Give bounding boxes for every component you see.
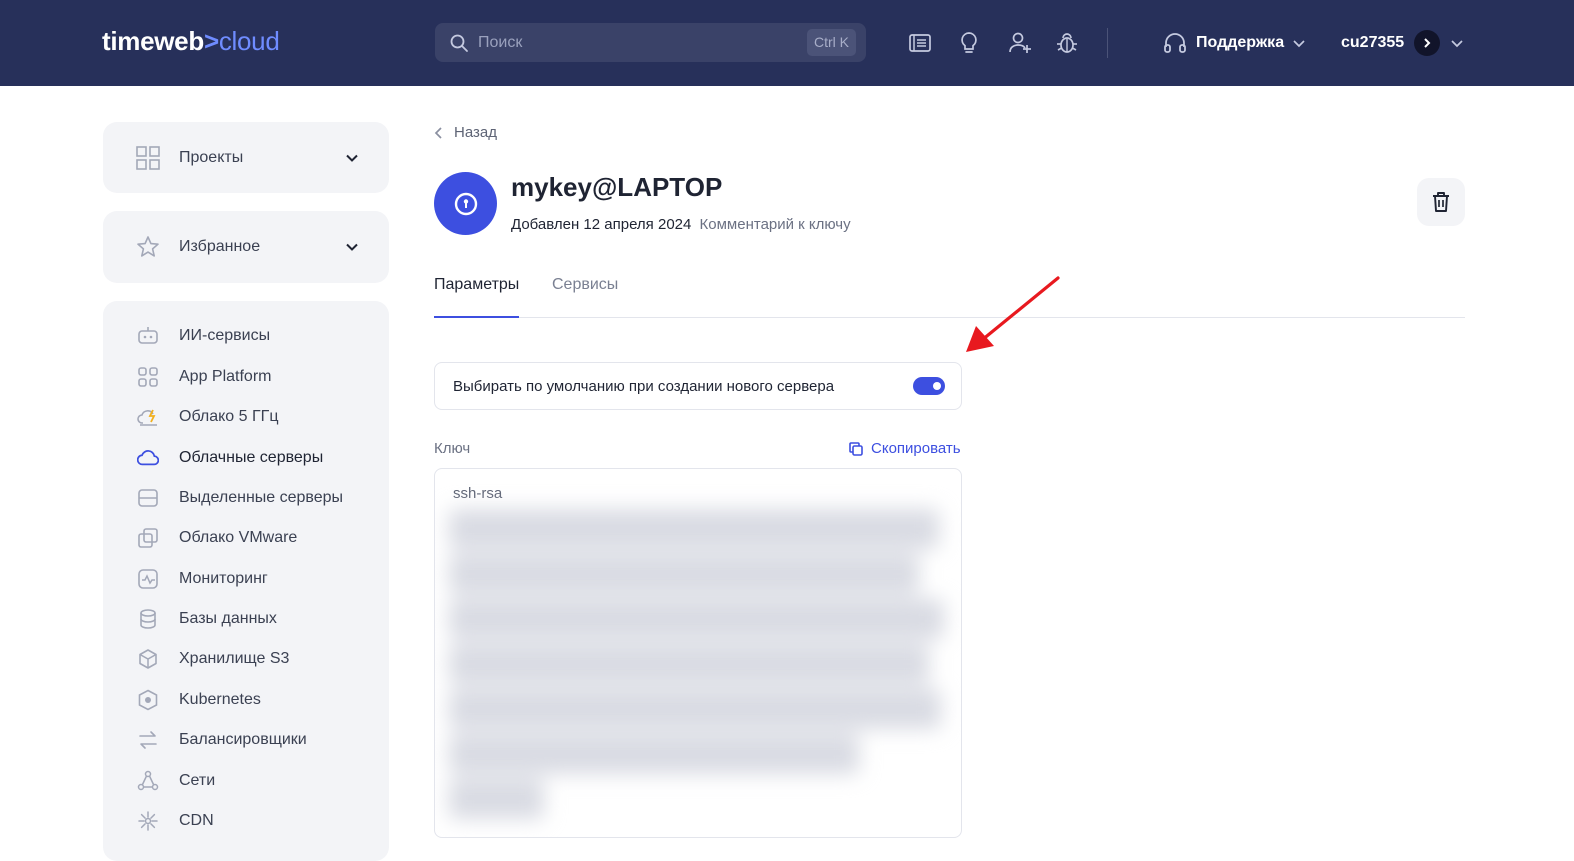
bug-icon[interactable] (1054, 30, 1080, 56)
sidebar-item-cdn[interactable]: CDN (137, 809, 214, 833)
tab-bar: Параметры Сервисы (434, 274, 1465, 318)
sidebar-item-dedicated-servers[interactable]: Выделенные серверы (137, 486, 343, 510)
chevron-left-icon (434, 126, 442, 139)
favorites-panel: Избранное (103, 211, 389, 283)
support-label: Поддержка (1196, 34, 1285, 51)
database-icon (137, 608, 159, 630)
docs-icon[interactable] (907, 30, 933, 56)
projects-grid-icon (136, 146, 160, 170)
sidebar-item-label: Облако 5 ГГц (179, 408, 279, 425)
sidebar-item-monitoring[interactable]: Мониторинг (137, 567, 268, 591)
key-field-label: Ключ (434, 440, 471, 457)
chevron-down-icon (1293, 40, 1305, 48)
default-key-setting: Выбирать по умолчанию при создании новог… (434, 362, 962, 410)
delete-button[interactable] (1417, 178, 1465, 226)
copy-icon (849, 441, 863, 456)
sidebar-item-label: Балансировщики (179, 731, 307, 748)
added-date: Добавлен 12 апреля 2024 (511, 216, 692, 233)
copy-button[interactable]: Скопировать (848, 440, 961, 457)
ssh-key-textarea[interactable]: ssh-rsa (434, 468, 962, 838)
logo-arrow: > (203, 26, 219, 56)
favorites-dropdown[interactable]: Избранное (136, 234, 359, 260)
storage-cube-icon (137, 648, 159, 670)
sidebar-item-networks[interactable]: Сети (137, 769, 215, 793)
chevron-right-icon (1414, 30, 1441, 56)
chevron-down-icon (346, 154, 358, 162)
back-link[interactable]: Назад (434, 124, 497, 141)
projects-label: Проекты (179, 149, 244, 166)
username-label: cu27355 (1341, 34, 1405, 51)
search-shortcut-badge: Ctrl K (807, 29, 856, 56)
copy-label: Скопировать (871, 440, 961, 457)
default-toggle-label: Выбирать по умолчанию при создании новог… (453, 378, 835, 395)
logo-text-cloud: cloud (218, 26, 280, 56)
ssh-key-avatar (434, 172, 497, 235)
blurred-key-content (449, 509, 949, 831)
services-menu: ИИ-сервисы App Platform Облако 5 ГГц Обл… (103, 301, 389, 861)
trash-icon (1433, 192, 1449, 212)
key-prefix: ssh-rsa (453, 485, 503, 502)
page-title: mykey@LAPTOP (511, 172, 723, 202)
vmware-icon (137, 527, 159, 549)
annotation-arrow-icon (966, 276, 1060, 352)
sidebar-item-label: App Platform (179, 368, 272, 385)
server-icon (137, 487, 159, 509)
search-input[interactable]: Поиск Ctrl K (435, 23, 866, 62)
cdn-icon (137, 810, 159, 832)
sidebar-item-kubernetes[interactable]: Kubernetes (137, 688, 261, 712)
add-user-icon[interactable] (1007, 30, 1033, 56)
sidebar-item-balancers[interactable]: Балансировщики (137, 728, 307, 752)
grid-icon (137, 366, 159, 388)
key-meta: Добавлен 12 апреля 2024 Комментарий к кл… (511, 216, 851, 233)
search-placeholder: Поиск (478, 34, 523, 51)
support-dropdown[interactable]: Поддержка (1162, 30, 1306, 56)
sidebar-item-label: CDN (179, 812, 214, 829)
projects-dropdown[interactable]: Проекты (136, 145, 359, 171)
back-label: Назад (454, 124, 497, 141)
chevron-down-icon (346, 243, 358, 251)
sidebar-item-label: Выделенные серверы (179, 489, 344, 506)
sidebar-item-cloud-servers[interactable]: Облачные серверы (137, 446, 323, 470)
sidebar-item-databases[interactable]: Базы данных (137, 607, 277, 631)
sidebar-item-label: Облако VMware (179, 529, 298, 546)
top-navigation-bar: timeweb>cloud Поиск Ctrl K Поддержка cu2… (0, 0, 1574, 86)
kubernetes-icon (137, 689, 159, 711)
network-icon (137, 770, 159, 792)
chevron-down-icon (1451, 40, 1463, 48)
toggle-knob (933, 382, 941, 390)
sidebar-item-vmware[interactable]: Облако VMware (137, 526, 297, 550)
sidebar-item-label: Облачные серверы (179, 449, 324, 466)
tab-parameters[interactable]: Параметры (434, 276, 520, 318)
sidebar-item-cloud-5ghz[interactable]: Облако 5 ГГц (137, 405, 278, 429)
sidebar-item-label: Мониторинг (179, 570, 268, 587)
sidebar-item-label: ИИ-сервисы (179, 327, 271, 344)
header-divider (1107, 28, 1108, 58)
sidebar-item-ai-services[interactable]: ИИ-сервисы (137, 324, 270, 348)
user-account-menu[interactable]: cu27355 (1341, 27, 1464, 59)
tab-services[interactable]: Сервисы (552, 276, 618, 316)
star-icon (137, 236, 159, 257)
robot-icon (137, 325, 159, 347)
sidebar-item-label: Базы данных (179, 610, 277, 627)
sidebar-item-app-platform[interactable]: App Platform (137, 365, 271, 389)
sidebar-item-label: Хранилище S3 (179, 650, 290, 667)
search-icon (450, 34, 468, 52)
monitoring-icon (137, 568, 159, 590)
headphones-icon (1164, 33, 1186, 53)
projects-panel: Проекты (103, 122, 389, 193)
sidebar-item-label: Сети (179, 772, 216, 789)
balancer-icon (137, 729, 159, 751)
favorites-label: Избранное (179, 238, 261, 255)
key-comment[interactable]: Комментарий к ключу (700, 216, 851, 233)
logo-text-timeweb: timeweb (102, 26, 204, 56)
default-toggle-switch[interactable] (913, 377, 945, 395)
cloud-lightning-icon (137, 406, 159, 428)
timeweb-cloud-logo[interactable]: timeweb>cloud (102, 26, 280, 57)
cloud-icon (137, 447, 159, 469)
keyhole-icon (454, 192, 477, 215)
sidebar-item-label: Kubernetes (179, 691, 261, 708)
lightbulb-icon[interactable] (956, 30, 982, 56)
sidebar-item-s3-storage[interactable]: Хранилище S3 (137, 647, 289, 671)
